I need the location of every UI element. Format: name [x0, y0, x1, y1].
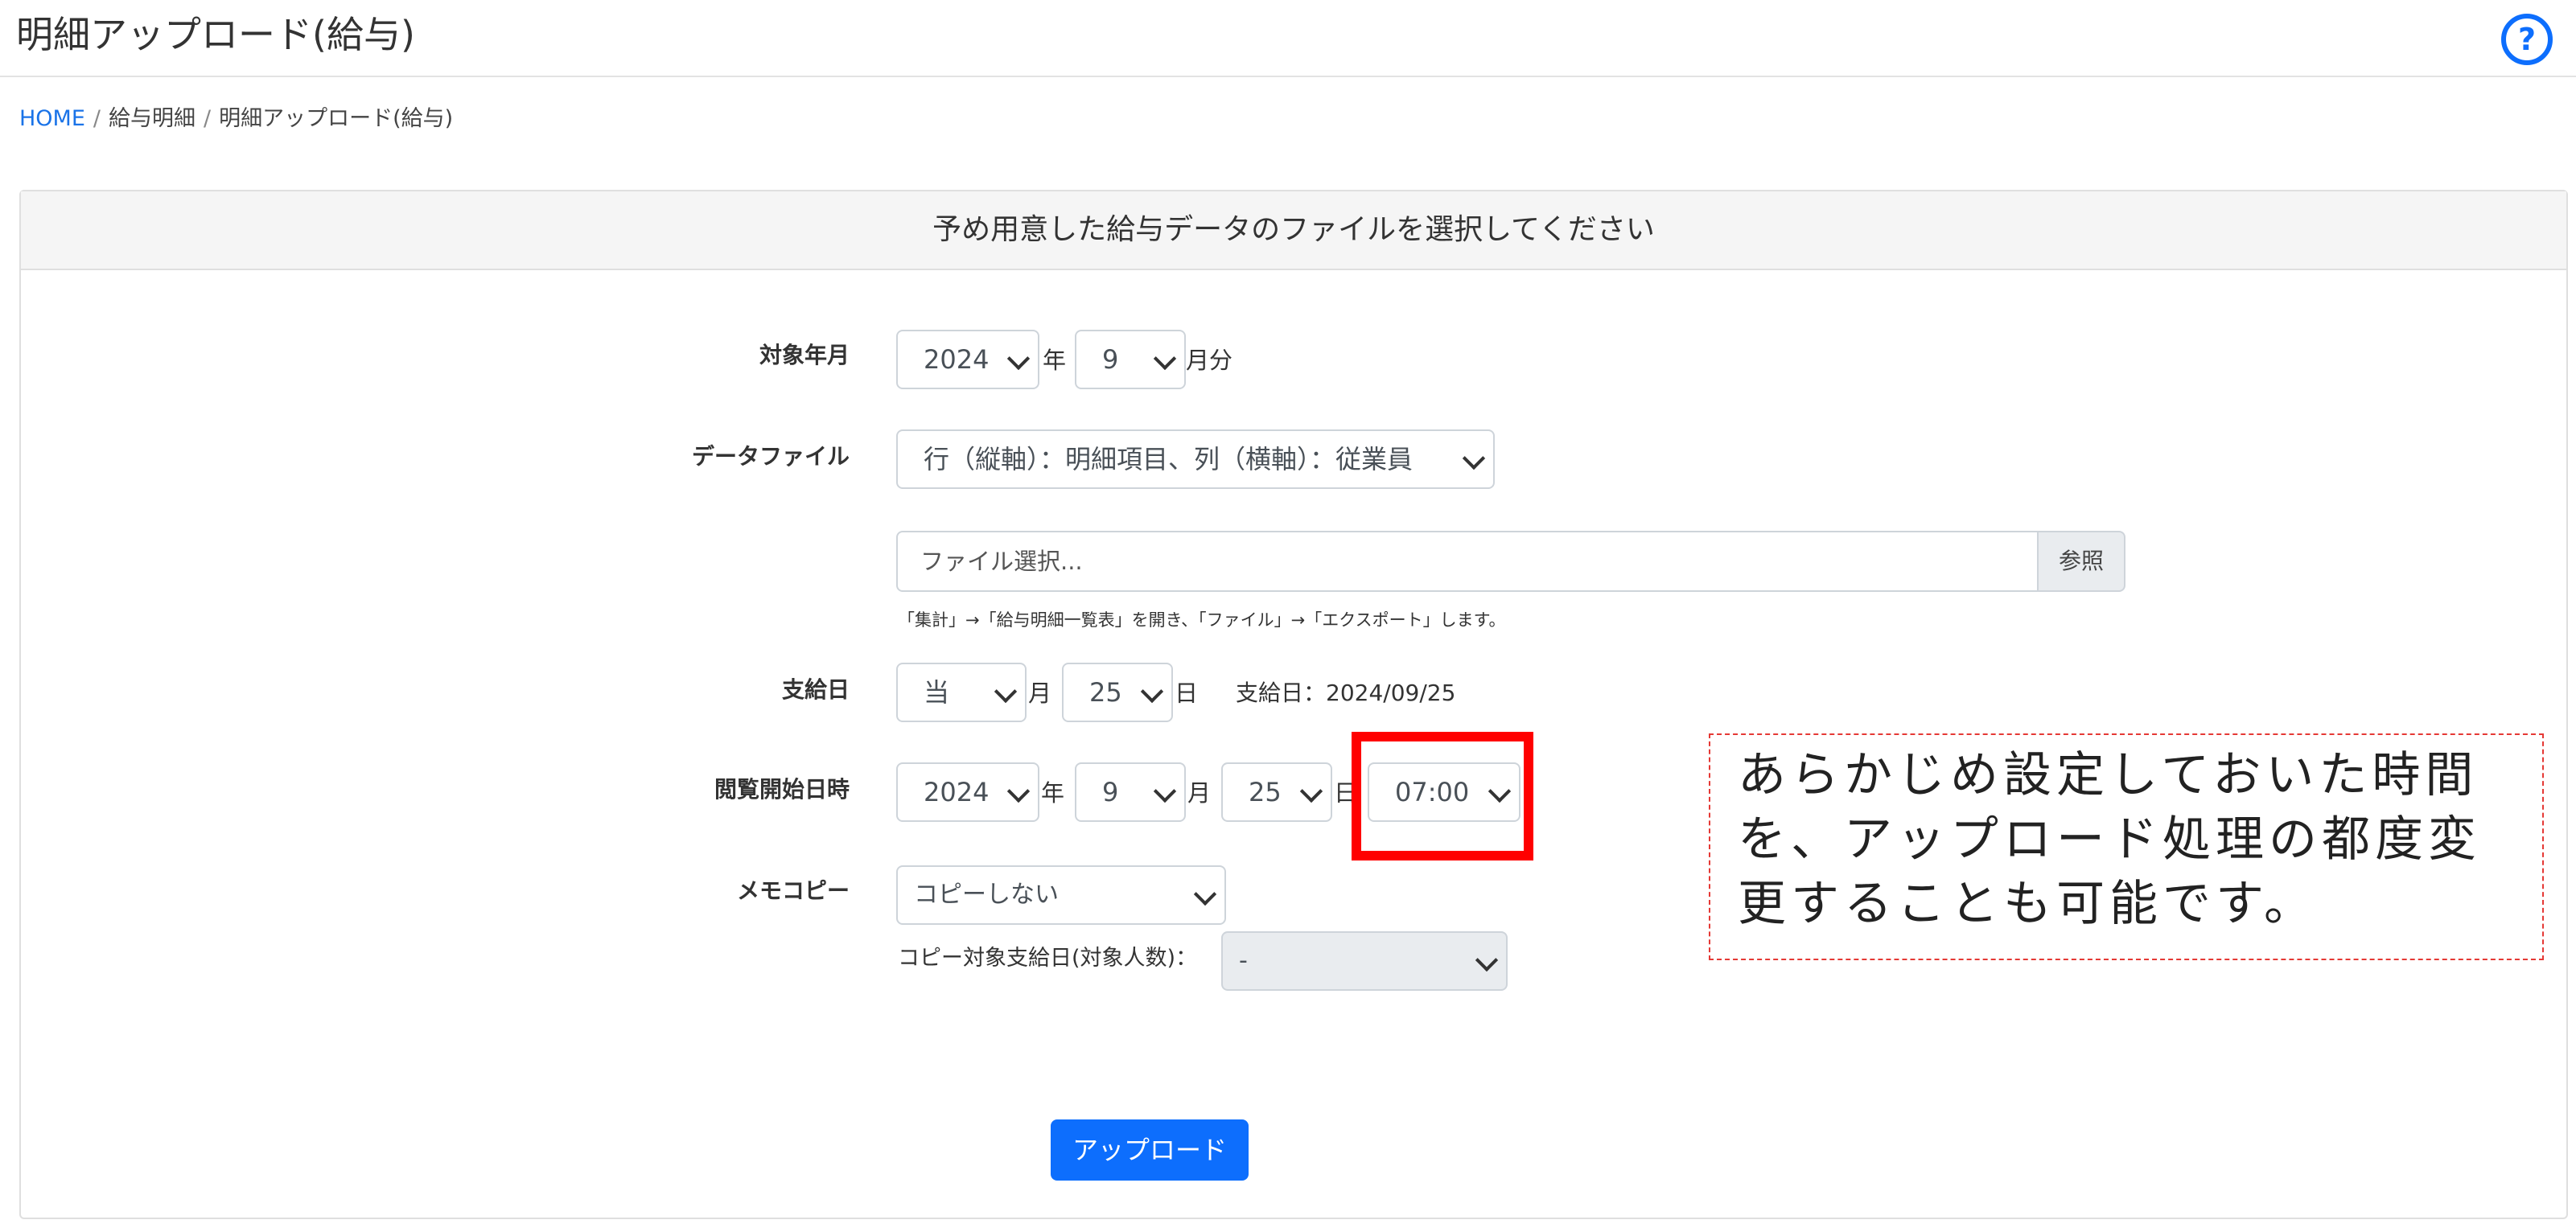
- annotation-line: 更することも可能です。: [1738, 876, 2317, 932]
- browse-button[interactable]: 参照: [2039, 531, 2125, 592]
- data-format-select[interactable]: 行（縦軸）：明細項目、列（横軸）：従業員: [896, 429, 1495, 489]
- breadcrumb-home-link[interactable]: HOME: [19, 106, 85, 131]
- data-file-label: データファイル: [691, 443, 850, 470]
- chevron-down-icon: [1462, 446, 1486, 470]
- upload-button[interactable]: アップロード: [1051, 1119, 1249, 1181]
- annotation-line: を、アップロード処理の都度変: [1738, 811, 2481, 868]
- svg-text:?: ?: [2518, 22, 2536, 57]
- view-start-label: 閲覧開始日時: [714, 776, 850, 803]
- data-file-hint: 「集計」→「給与明細一覧表」を開き、「ファイル」→「エクスポート」します。: [898, 610, 1506, 630]
- memo-copy-select[interactable]: コピーしない: [896, 865, 1226, 925]
- chevron-down-icon: [1299, 779, 1323, 803]
- breadcrumb: HOME / 給与明細 / 明細アップロード(給与): [19, 103, 453, 135]
- target-month-select[interactable]: 9: [1075, 330, 1186, 389]
- chevron-down-icon: [1193, 882, 1217, 906]
- chevron-down-icon: [994, 680, 1018, 704]
- view-start-month-value: 9: [1102, 777, 1119, 807]
- target-month-value: 9: [1102, 344, 1119, 375]
- view-start-year-unit: 年: [1041, 779, 1065, 807]
- view-start-month-unit: 月: [1187, 779, 1212, 807]
- target-year-select[interactable]: 2024: [896, 330, 1039, 389]
- breadcrumb-current: 明細アップロード(給与): [219, 106, 454, 131]
- memo-copy-label: メモコピー: [736, 877, 850, 904]
- breadcrumb-separator: /: [93, 106, 101, 131]
- payday-month-select[interactable]: 当: [896, 663, 1027, 722]
- copy-target-label: コピー対象支給日(対象人数)：: [898, 946, 1198, 971]
- copy-target-value: -: [1239, 947, 1248, 975]
- time-highlight-box: [1352, 732, 1533, 860]
- payday-month-unit: 月: [1028, 680, 1052, 707]
- payday-day-value: 25: [1089, 677, 1122, 708]
- payday-month-value: 当: [924, 677, 950, 708]
- target-year-unit: 年: [1043, 347, 1067, 374]
- breadcrumb-separator: /: [204, 106, 212, 131]
- target-month-unit: 月分: [1186, 347, 1233, 374]
- chevron-down-icon: [1140, 680, 1164, 704]
- view-start-year-value: 2024: [924, 777, 990, 807]
- view-start-day-value: 25: [1249, 777, 1282, 807]
- payday-info: 支給日：2024/09/25: [1236, 680, 1456, 706]
- page-title: 明細アップロード(給与): [16, 13, 415, 56]
- view-start-day-select[interactable]: 25: [1221, 762, 1332, 822]
- chevron-down-icon: [1475, 948, 1499, 972]
- memo-copy-value: コピーしない: [914, 881, 1059, 909]
- view-start-year-select[interactable]: 2024: [896, 762, 1039, 822]
- chevron-down-icon: [1153, 347, 1177, 371]
- annotation-text: あらかじめ設定しておいた時間 を、アップロード処理の都度変 更することも可能です…: [1738, 743, 2481, 936]
- chevron-down-icon: [1006, 347, 1031, 371]
- payday-day-select[interactable]: 25: [1062, 663, 1173, 722]
- file-select-input[interactable]: ファイル選択...: [896, 531, 2039, 592]
- card-title: 予め用意した給与データのファイルを選択してください: [932, 213, 1655, 246]
- copy-target-select: -: [1221, 931, 1508, 991]
- view-start-month-select[interactable]: 9: [1075, 762, 1186, 822]
- breadcrumb-payslip[interactable]: 給与明細: [109, 106, 195, 131]
- payday-label: 支給日: [781, 676, 850, 703]
- header-divider: [0, 76, 2576, 77]
- chevron-down-icon: [1153, 779, 1177, 803]
- chevron-down-icon: [1006, 779, 1031, 803]
- payday-day-unit: 日: [1175, 680, 1199, 707]
- annotation-line: あらかじめ設定しておいた時間: [1738, 747, 2479, 803]
- question-circle-icon[interactable]: ?: [2500, 13, 2553, 66]
- target-month-label: 対象年月: [759, 342, 850, 368]
- data-format-value: 行（縦軸）：明細項目、列（横軸）：従業員: [924, 444, 1414, 474]
- target-year-value: 2024: [924, 344, 990, 375]
